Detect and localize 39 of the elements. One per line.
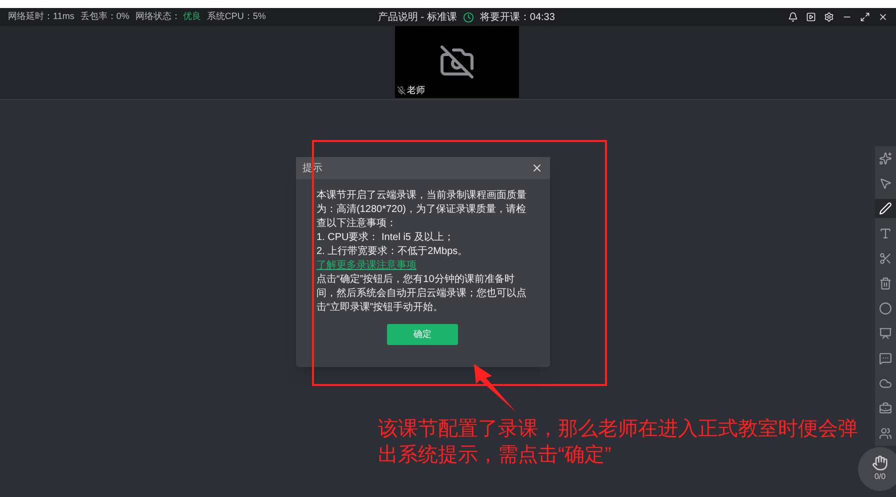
status-text: 网络状态： 优良 bbox=[135, 10, 201, 24]
camera-off-icon bbox=[439, 44, 475, 80]
trash-icon bbox=[879, 277, 892, 290]
countdown-text: 将要开课：04:33 bbox=[480, 10, 555, 24]
annotation-text: 该课节配置了录课，那么老师在进入正式教室时便会弹出系统提示，需点击“确定” bbox=[378, 417, 859, 468]
window-title: 产品说明 - 标准课 bbox=[378, 10, 457, 24]
pen-icon bbox=[879, 202, 892, 215]
scissors-icon bbox=[879, 252, 892, 265]
settings-icon[interactable] bbox=[824, 12, 834, 22]
chat-icon bbox=[879, 352, 892, 365]
maximize-icon[interactable] bbox=[860, 12, 870, 22]
dialog-text: 2. 上行带宽要求：不低于2Mbps。 bbox=[316, 245, 469, 259]
dialog-title: 提示 bbox=[302, 162, 322, 176]
circle-icon bbox=[879, 302, 892, 315]
sparkle-icon bbox=[879, 152, 892, 165]
pointer-icon bbox=[879, 177, 892, 190]
tool-button[interactable] bbox=[875, 199, 896, 218]
dialog-text: 点击“确定”按钮后，您有10分钟的课前准备时间，然后系统会自动开启云端录课；您也可以点击“立即录课”按钮手动开始。 bbox=[316, 273, 528, 315]
confirm-button[interactable]: 确定 bbox=[387, 324, 458, 345]
clock-icon bbox=[462, 12, 474, 22]
hand-raise-button[interactable]: 0/0 bbox=[858, 447, 896, 491]
status-text: 网络延时：11ms bbox=[8, 10, 74, 24]
cloud-icon bbox=[879, 377, 892, 390]
hand-icon bbox=[872, 455, 888, 471]
close-icon[interactable] bbox=[878, 12, 888, 22]
toolbox-icon bbox=[879, 402, 892, 415]
text-icon bbox=[879, 227, 892, 240]
play-icon[interactable] bbox=[806, 12, 816, 22]
mic-off-icon bbox=[397, 86, 406, 95]
dialog-text: 本课节开启了云端录课，当前录制课程画面质量为：高清(1280*720)，为了保证录课质量，请检查以下注意事项： bbox=[316, 189, 528, 231]
help-link[interactable]: 了解更多录课注意事项 bbox=[316, 259, 416, 273]
bell-icon[interactable] bbox=[788, 12, 798, 22]
users-icon bbox=[879, 427, 892, 440]
participant-name: 老师 bbox=[407, 84, 425, 96]
dialog-text: 1. CPU要求： Intel i5 及以上； bbox=[316, 231, 455, 245]
slides-icon bbox=[879, 327, 892, 340]
close-icon[interactable] bbox=[530, 162, 542, 174]
status-text: 系统CPU：5% bbox=[206, 10, 266, 24]
status-text: 丢包率：0% bbox=[80, 10, 130, 24]
